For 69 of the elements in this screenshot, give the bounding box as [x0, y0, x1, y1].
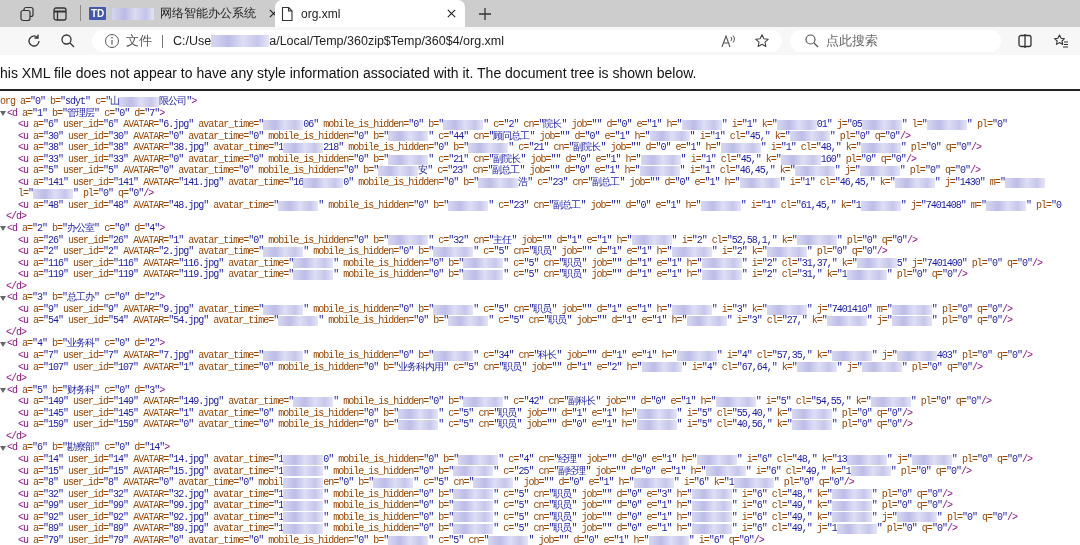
expand-toggle-icon[interactable] — [0, 110, 6, 116]
xml-line: <u a="30" user_id="30" AVATAR="0" avatar_time="0" mobile_is_hidden="0" b=" " c="44" cn="顾问总工" job="" d="0" e="1" h=" " i="1" cl="45," k=" " pl="0" q="0"/> — [18, 130, 910, 142]
xml-line: <u a="6" user_id="6" AVATAR="6.jpg" avatar_time=" 06" mobile_is_hidden="0" b=" " c="2" cn="院长" job="" d="0" e="1" h=" " i="1" k=" 01" j="05 " l=" " pl="0" — [18, 119, 1007, 131]
tab-actions-icon[interactable] — [52, 5, 68, 22]
xml-line: <u a="145" user_id="145" AVATAR="1" avatar_time="0" mobile_is_hidden="0" b=" " c="5" cn="职员" job="" d="1" e="1" h=" " i="5" cl="55,40," k=" " pl="0" q="0"/> — [18, 407, 912, 419]
xml-line: <u a="116" user_id="116" AVATAR="116.jpg" avatar_time=" " mobile_is_hidden="0" b=" " c="5" cn="职员" job="" d="1" e="1" h=" " i="2" cl="31,37," k=" 5" j="7401400" pl="0" q="0"/> — [18, 257, 1042, 269]
file-label: 文件 — [126, 32, 152, 50]
xml-line: <u a="141" user_id="141" AVATAR="141.jpg" avatar_time="16 0" mobile_is_hidden="0" b=" 浩" c="23" cn="副总工" job="" d="0" e="1" h=" " i="1" cl="46,45," k=" " j="1430" m=" — [18, 176, 1045, 189]
expand-toggle-icon[interactable] — [0, 226, 6, 232]
xml-line: </d> — [6, 326, 26, 338]
tab-title: 网络智能办公系统 — [160, 5, 257, 22]
xml-line: </d> — [6, 211, 26, 223]
xml-line: </d> — [6, 373, 26, 385]
xml-line: <u a="26" user_id="26" AVATAR="1" avatar_time="0" mobile_is_hidden="0" b=" " c="32" cn="主任" job="" d="1" e="1" h=" " i="2" cl="52,58,1," k=" " pl="0" q="0"/> — [18, 234, 917, 246]
split-screen-icon[interactable] — [1017, 33, 1033, 49]
xml-line: </d> — [6, 280, 26, 292]
expand-toggle-icon[interactable] — [0, 445, 6, 451]
xml-line: <u a="8" user_id="8" AVATAR="0" avatar_time="0" mobil en="0" b=" " c="5" cn=" " job="" d="0" e="1" h=" " i="6" k="1 " pl="0" q="0"/> — [18, 477, 854, 489]
xml-line: <d a="6" b="勘察部" c="0" d="14"> — [7, 442, 170, 454]
star-icon[interactable] — [754, 33, 770, 49]
xml-line: <d a="3" b="总工办" c="0" d="2"> — [7, 292, 165, 304]
favorites-icon[interactable] — [1053, 33, 1069, 49]
browser-tab[interactable]: TD 网络智能办公系统 — [85, 0, 271, 27]
xml-line: <u a="5" user_id="5" AVATAR="0" avatar_time="0" mobile_is_hidden="0" b=" 安" c="23" cn="副总工" job="" d="0" e="1" h=" " i="1" cl="46,45," k=" " j=" " pl="0" q="0"/> — [18, 165, 980, 177]
search-icon[interactable] — [60, 33, 76, 49]
xml-line: <d a="1" b="管理层" c="0" d="7"> — [7, 107, 165, 119]
file-icon — [279, 5, 295, 22]
xml-line: <u a="54" user_id="54" AVATAR="54.jpg" avatar_time=" " mobile_is_hidden="0" b=" " c="5" cn="职员" job="" d="1" e="1" h=" " i="3" cl="27," k=" " j=" " pl="0" q="0"/> — [18, 315, 1012, 327]
xml-line: <u a="119" user_id="119" AVATAR="119.jpg" avatar_time=" " mobile_is_hidden="0" b=" " c="5" cn="职员" job="" d="1" e="1" h=" " i="2" cl="31," k="1 " pl="0" q="0"/> — [18, 269, 967, 281]
xml-line: <u a="32" user_id="32" AVATAR="32.jpg" avatar_time="1 " mobile_is_hidden="0" b=" " c="5" cn="职员" job="" d="0" e="3" h=" " i="6" cl="48," k=" " pl="0" q="0"/> — [18, 488, 952, 500]
xml-line: <u a="33" user_id="33" AVATAR="0" avatar_time="0" mobile_is_hidden="0" b=" " c="21" cn="副院长" job="" d="0" e="1" h=" " i="1" cl="45," k=" 160" pl="0" q="0"/> — [18, 153, 916, 165]
xml-line: <u a="9" user_id="9" AVATAR="9.jpg" avatar_time=" " mobile_is_hidden="0" b=" " c="5" cn="职员" job="" d="1" e="1" h=" " i="3" k=" " j="7401410" m=" " pl="0" q="0"/> — [18, 303, 1012, 315]
xml-line: <u a="92" user_id="92" AVATAR="92.jpg" avatar_time="1 " mobile_is_hidden="0" b=" " c="5" cn="职员" job="" d="0" e="1" h=" " i="6" cl="49," k=" " j=" " pl="0" q="0"/> — [18, 511, 1017, 523]
xml-line: <u a="48" user_id="48" AVATAR="48.jpg" avatar_time=" " mobile_is_hidden="0" b=" " c="23" cn="副总工" job="" d="0" e="1" h=" " i="1" cl="61,45," k="1 " j="7401408" m=" " pl="0 — [18, 199, 1061, 211]
notice-text: his XML file does not appear to have any style information associated with it. The document tree is shown below. — [0, 64, 697, 81]
info-icon[interactable] — [104, 33, 120, 49]
refresh-icon[interactable] — [26, 33, 42, 49]
xml-line: <u a="107" user_id="107" AVATAR="1" avatar_time="0" mobile_is_hidden="0" b="业务科内用" c="5" cn="职员" job="" d="1" e="2" h=" " i="4" cl="67,64," k=" " j=" " pl="0" q="0"/> — [18, 361, 982, 373]
xml-line: <u a="79" user_id="79" AVATAR="0" avatar_time="0" mobile_is_hidden="0" b=" " c="5" cn=" " job="" d="0" e="1" h=" " i="6" q="0"/> — [18, 534, 764, 545]
xml-line: <u a="7" user_id="7" AVATAR="7.jpg" avatar_time=" " mobile_is_hidden="0" b=" " c="34" cn="科长" job="" d="1" e="1" h=" " i="4" cl="57,35," k=" " j=" 403" pl="0" q="0"/> — [18, 350, 1032, 362]
xml-line: <u a="89" user_id="89" AVATAR="89.jpg" avatar_time="1 " mobile_is_hidden="0" b=" " c="5" cn="职员" job="" d="0" e="1" h=" " i="6" cl="49," j="1 " pl="0" q="0"/> — [18, 523, 957, 535]
xml-line: <d a="2" b="办公室" c="0" d="4"> — [7, 223, 165, 235]
xml-line: <u a="159" user_id="159" AVATAR="0" avatar_time="0" mobile_is_hidden="0" b=" " c="5" cn="职员" job="" d="0" e="1" h=" " i="5" cl="40,56," k=" " pl="0" q="0"/> — [18, 419, 912, 431]
new-tab-icon[interactable] — [477, 5, 493, 22]
xml-line: <d a="4" b="业务科" c="0" d="2"> — [7, 338, 165, 350]
xml-line: <u a="38" user_id="38" AVATAR="38.jpg" avatar_time="1 218" mobile_is_hidden="0" b=" " c="21" cn="副院长" job="" d="0" e="1" h=" " i="1" cl="48," k=" " pl="0" q="0"/> — [18, 142, 981, 154]
read-aloud-icon[interactable] — [720, 33, 736, 49]
expand-toggle-icon[interactable] — [0, 295, 6, 301]
xml-line: org a="0" b="sdyt" c="山 限公司"> — [0, 96, 197, 108]
search-box[interactable]: 点此搜索 — [790, 30, 1001, 52]
xml-line: <d a="5" b="财务科" c="0" d="3"> — [7, 384, 165, 396]
expand-toggle-icon[interactable] — [0, 341, 6, 347]
address-field[interactable]: 文件 C:/Use a/Local/Temp/360zip$Temp/360$4/org.xml — [92, 30, 782, 52]
workspaces-icon[interactable] — [19, 5, 35, 22]
expand-toggle-icon[interactable] — [0, 387, 6, 393]
search-icon — [804, 33, 820, 49]
browser-tab[interactable]: org.xml — [275, 0, 465, 27]
xml-line: <u a="2" user_id="2" AVATAR="2.jpg" avatar_time=" " mobile_is_hidden="0" b=" " c="5" cn="职员" job="" d="1" e="1" h=" " i="2" k=" " pl="0" q="0"/> — [18, 246, 887, 258]
tab-title: org.xml — [301, 6, 341, 21]
xml-line: <u a="149" user_id="149" AVATAR="149.jpg" avatar_time=" " mobile_is_hidden="0" b=" " c="42" cn="副科长" job="" d="0" e="1" h=" " i="5" cl="54,55," k=" " pl="0" q="0"/> — [18, 396, 991, 408]
close-icon[interactable] — [446, 8, 457, 19]
url-text: C:/Use a/Local/Temp/360zip$Temp/360$4/org.xml — [173, 34, 505, 48]
xml-line: <u a="15" user_id="15" AVATAR="15.jpg" avatar_time="1 " mobile_is_hidden="0" b=" " c="25" cn="副经理" job="" d="0" e="1" h=" " i="6" cl="49," k="1 " pl="0" q="0"/> — [18, 465, 971, 477]
xml-line: <u a="14" user_id="14" AVATAR="14.jpg" avatar_time="1 0" mobile_is_hidden="0" b=" " c="4" cn="经理" job="" d="0" e="1" h=" " i="6" cl="48," k="13 " j=" " pl="0" q="0"/> — [18, 453, 1032, 466]
xml-line: </d> — [6, 430, 26, 442]
site-favicon: TD — [89, 7, 107, 20]
search-input[interactable]: 点此搜索 — [826, 34, 976, 48]
xml-line: <u a="99" user_id="99" AVATAR="99.jpg" avatar_time="1 " mobile_is_hidden="0" b=" " c="5" cn="职员" job="" d="0" e="1" h=" " i="6" cl="49," k=" " pl="0" q="0"/> — [18, 500, 952, 512]
xml-line: l=" " pl="0" q="0"/> — [18, 188, 154, 200]
